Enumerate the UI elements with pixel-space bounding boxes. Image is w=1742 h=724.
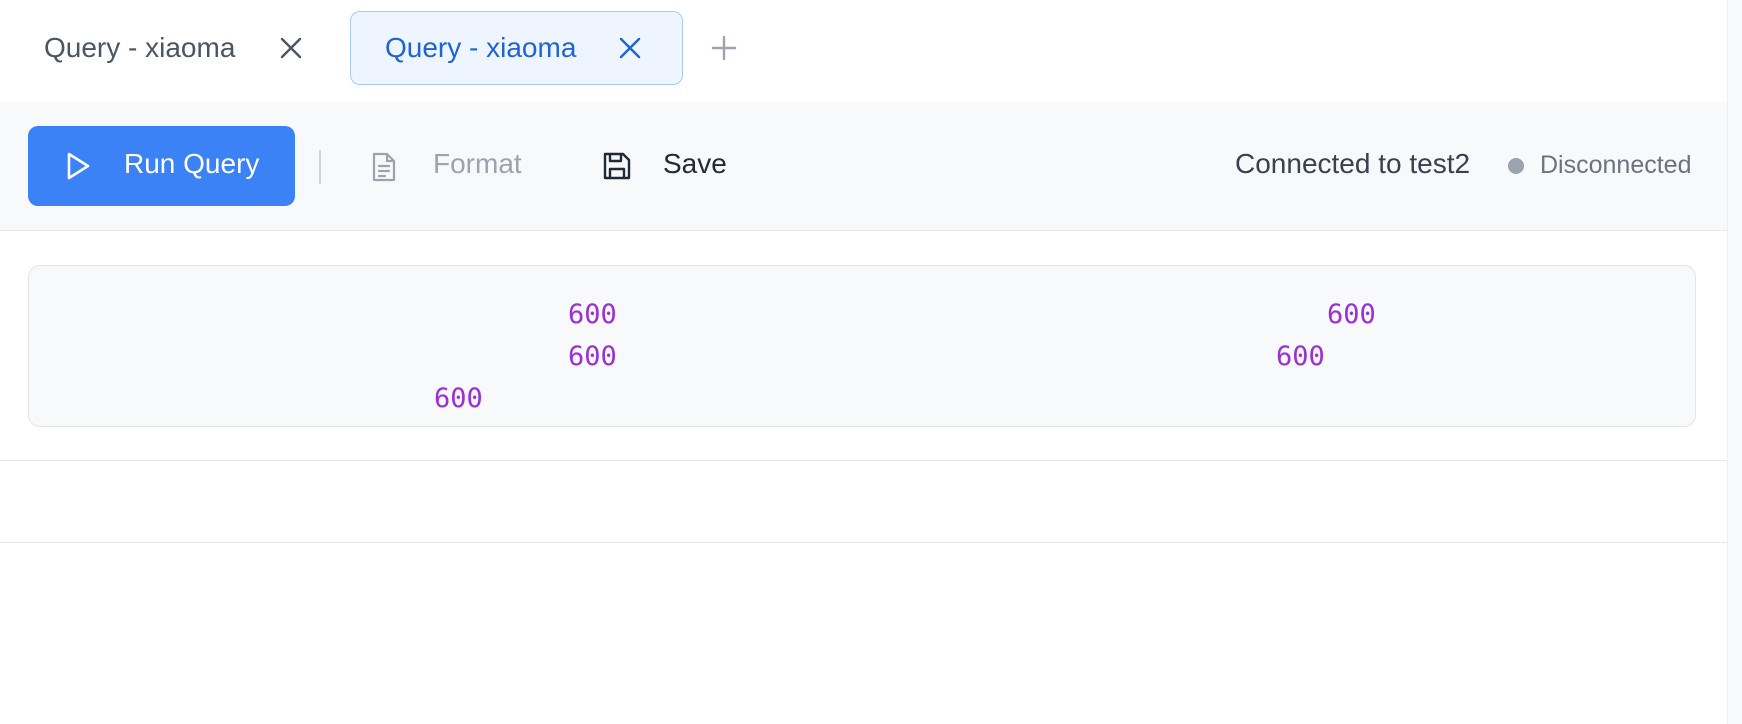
- editor-token: 600: [434, 383, 483, 414]
- tab-bar: Query - xiaoma Query - xiaoma: [0, 0, 1727, 102]
- play-icon: [64, 151, 92, 181]
- connection-status: Disconnected: [1540, 151, 1692, 179]
- editor-token: 600: [1327, 299, 1376, 330]
- run-query-label: Run Query: [124, 148, 260, 179]
- run-query-button[interactable]: Run Query: [28, 126, 295, 206]
- query-editor[interactable]: 600 600 600 600 600: [28, 265, 1696, 427]
- format-label: Format: [433, 148, 522, 179]
- results-header: [0, 461, 1727, 543]
- connection-label: Connected to test2: [1235, 148, 1471, 179]
- save-icon: [602, 151, 632, 181]
- scrollbar[interactable]: [1727, 0, 1742, 724]
- document-icon: [370, 151, 398, 183]
- status-dot-icon: [1508, 158, 1524, 174]
- tab-query-1[interactable]: Query - xiaoma: [10, 11, 320, 85]
- toolbar-divider: [319, 150, 321, 184]
- save-button[interactable]: Save: [590, 126, 740, 206]
- editor-token: 600: [568, 341, 617, 372]
- tab-label: Query - xiaoma: [385, 32, 577, 63]
- close-icon[interactable]: [278, 35, 304, 61]
- results-panel: [0, 543, 1727, 724]
- plus-icon[interactable]: [711, 35, 737, 61]
- close-icon[interactable]: [617, 35, 643, 61]
- save-label: Save: [663, 148, 727, 179]
- query-app: Query - xiaoma Query - xiaoma Run Query: [0, 0, 1742, 724]
- tab-label: Query - xiaoma: [44, 32, 236, 63]
- editor-area: 600 600 600 600 600: [0, 231, 1727, 461]
- editor-token: 600: [568, 299, 617, 330]
- format-button[interactable]: Format: [360, 126, 540, 206]
- tab-query-2-active[interactable]: Query - xiaoma: [350, 11, 683, 85]
- query-toolbar: Run Query Format Save Connected to test2…: [0, 102, 1727, 231]
- editor-token: 600: [1276, 341, 1325, 372]
